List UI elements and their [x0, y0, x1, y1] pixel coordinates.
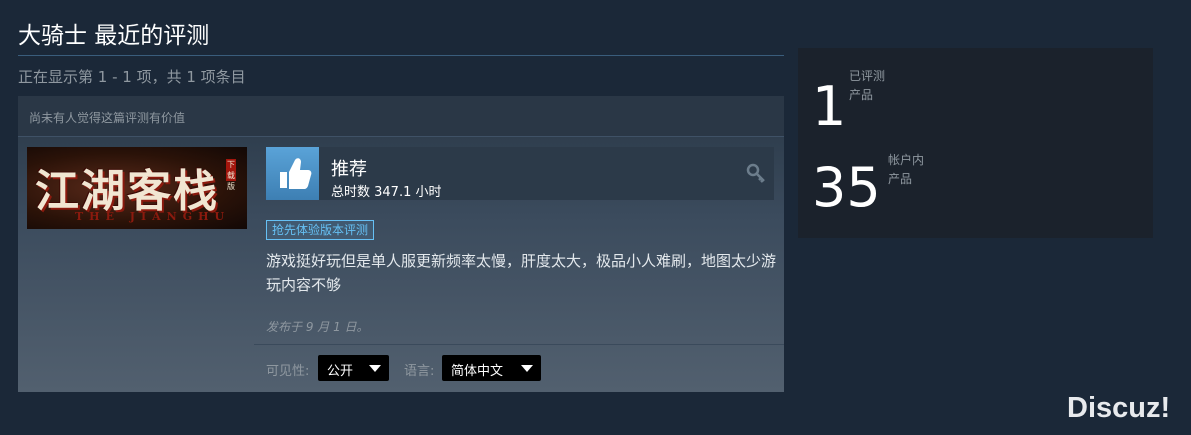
- game-capsule-image[interactable]: 江湖客栈 THE JIANGHU 下载版: [27, 147, 247, 229]
- controls-divider: [254, 344, 784, 345]
- vote-header[interactable]: 推荐 总时数 347.1 小时: [266, 147, 774, 200]
- key-icon: [746, 163, 766, 187]
- visibility-label: 可见性:: [266, 364, 310, 379]
- review-text: 游戏挺好玩但是单人服更新频率太慢，肝度太大，极品小人难刷，地图太少游玩内容不够: [266, 252, 777, 294]
- visibility-dropdown[interactable]: 公开: [318, 355, 389, 381]
- game-art-subtitle: THE JIANGHU: [75, 210, 231, 223]
- posted-date: 发布于 9 月 1 日。: [266, 320, 369, 334]
- title-divider: [18, 55, 784, 56]
- results-count: 正在显示第 1 - 1 项，共 1 项条目: [18, 68, 246, 86]
- owned-label-2: 产品: [888, 172, 913, 186]
- vote-title: 推荐: [331, 159, 367, 180]
- owned-label-1: 帐户内: [888, 153, 925, 167]
- owned-count[interactable]: 35: [812, 161, 881, 215]
- early-access-badge: 抢先体验版本评测: [266, 220, 375, 240]
- review-box: 尚未有人觉得这篇评测有价值 江湖客栈 THE JIANGHU 下载版 推荐 总时…: [18, 96, 784, 392]
- reviewed-count[interactable]: 1: [812, 80, 846, 134]
- language-dropdown[interactable]: 简体中文: [442, 355, 541, 381]
- reviewed-label-2: 产品: [849, 88, 874, 102]
- reviewed-label-1: 已评测: [849, 69, 886, 83]
- thumbs-up-icon: [266, 147, 319, 200]
- helpful-text: 尚未有人觉得这篇评测有价值: [29, 111, 186, 125]
- language-value: 简体中文: [451, 364, 504, 379]
- stats-panel: 1 已评测 产品 35 帐户内 产品: [798, 48, 1153, 238]
- watermark: Discuz!: [1067, 392, 1171, 424]
- chevron-down-icon: [521, 365, 533, 372]
- language-label: 语言:: [404, 364, 435, 379]
- hours-played: 总时数 347.1 小时: [331, 185, 442, 200]
- chevron-down-icon: [369, 365, 381, 372]
- game-art-stamp: 下载版: [226, 159, 236, 191]
- visibility-value: 公开: [327, 364, 354, 379]
- page-title: 大骑士 最近的评测: [18, 23, 210, 49]
- helpful-bar: 尚未有人觉得这篇评测有价值: [18, 96, 784, 137]
